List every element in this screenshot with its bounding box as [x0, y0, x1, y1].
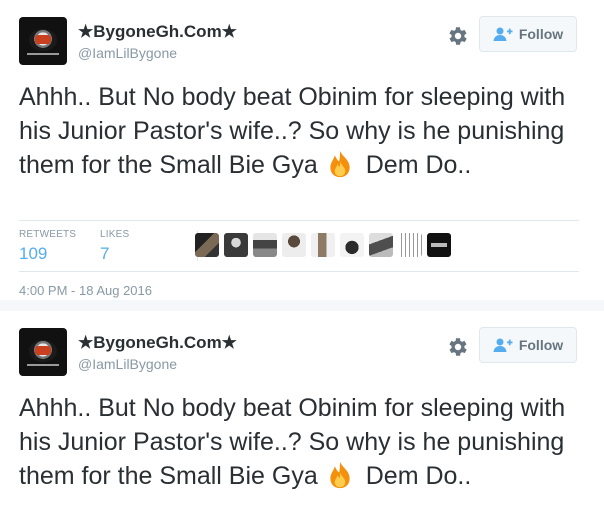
gear-icon[interactable]	[445, 335, 469, 359]
tweet-text-tail: Dem Do..	[365, 462, 472, 490]
display-name[interactable]: ★BygoneGh.Com★	[78, 333, 237, 353]
liker-avatar-1[interactable]	[195, 233, 219, 257]
follow-button-label: Follow	[518, 337, 564, 353]
likes-stat[interactable]: LIKES 7	[100, 229, 129, 264]
liker-avatar-9[interactable]	[427, 233, 451, 257]
tweet-stats: RETWEETS 109 LIKES 7	[19, 220, 579, 272]
tweet-text-main: Ahhh.. But No body beat Obinim for sleep…	[19, 394, 566, 490]
liker-avatar-6[interactable]	[340, 233, 364, 257]
liker-avatar-5[interactable]	[311, 233, 335, 257]
tweet-timestamp[interactable]: 4:00 PM - 18 Aug 2016	[19, 283, 152, 298]
tweet-text-tail: Dem Do..	[365, 151, 472, 179]
add-user-icon	[493, 27, 513, 41]
liker-avatar-7[interactable]	[369, 233, 393, 257]
liker-avatar-9-mark	[431, 243, 447, 247]
tweet-text: Ahhh.. But No body beat Obinim for sleep…	[19, 80, 591, 182]
retweets-count: 109	[19, 244, 48, 263]
likes-count: 7	[100, 244, 110, 263]
tweet-text-main: Ahhh.. But No body beat Obinim for sleep…	[19, 83, 566, 179]
follow-button-label: Follow	[518, 26, 564, 42]
liker-avatar-8[interactable]	[398, 233, 422, 257]
retweets-label: RETWEETS	[19, 229, 77, 240]
likes-label: LIKES	[100, 229, 130, 240]
avatar[interactable]	[19, 17, 67, 65]
avatar[interactable]	[19, 328, 67, 376]
fire-icon	[330, 461, 350, 489]
tweet-card: ★BygoneGh.Com★ @IamLilBygone Follow Ahhh…	[0, 311, 604, 516]
retweets-stat[interactable]: RETWEETS 109	[19, 229, 76, 264]
avatar-logo-strip	[27, 364, 59, 366]
add-user-icon	[493, 338, 513, 352]
tweet-separator	[0, 300, 604, 311]
follow-button[interactable]: Follow	[479, 16, 577, 52]
tweet-card: ★BygoneGh.Com★ @IamLilBygone Follow Ahhh…	[0, 0, 604, 300]
user-handle[interactable]: @IamLilBygone	[78, 356, 177, 372]
liker-avatar-3[interactable]	[253, 233, 277, 257]
liker-avatar-2[interactable]	[224, 233, 248, 257]
fire-icon	[330, 150, 350, 178]
avatar-logo-center	[35, 35, 51, 44]
display-name[interactable]: ★BygoneGh.Com★	[78, 22, 237, 42]
follow-button[interactable]: Follow	[479, 327, 577, 363]
avatar-logo-strip	[27, 53, 59, 55]
gear-icon[interactable]	[445, 24, 469, 48]
liker-avatar-4[interactable]	[282, 233, 306, 257]
avatar-logo-center	[35, 346, 51, 355]
tweet-text: Ahhh.. But No body beat Obinim for sleep…	[19, 391, 591, 493]
user-handle[interactable]: @IamLilBygone	[78, 45, 177, 61]
